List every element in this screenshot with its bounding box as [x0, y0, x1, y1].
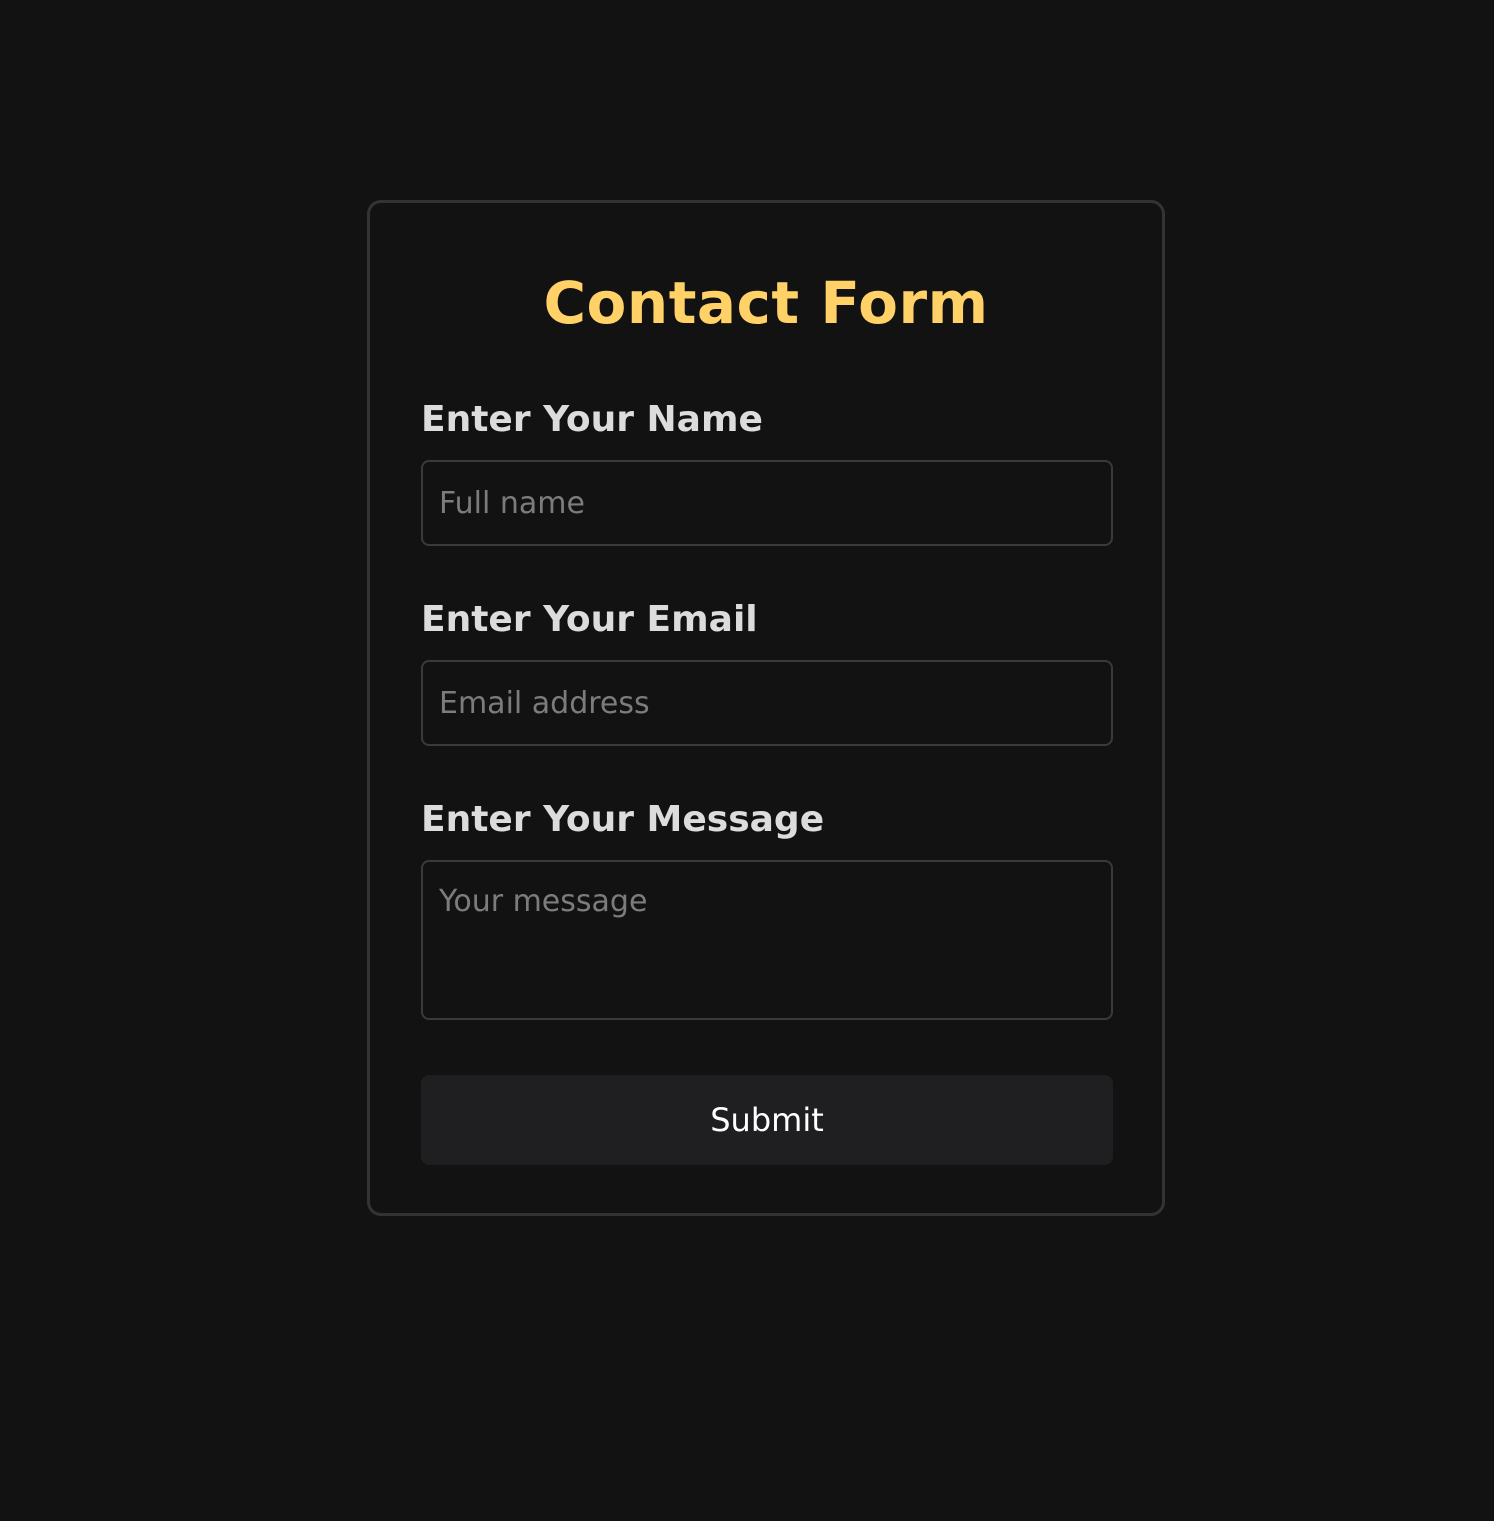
contact-form-card: Contact Form Enter Your Name Enter Your …	[367, 200, 1165, 1216]
form-title: Contact Form	[543, 269, 989, 337]
message-textarea[interactable]	[421, 860, 1113, 1020]
name-label: Enter Your Name	[421, 399, 763, 440]
submit-button[interactable]: Submit	[421, 1075, 1113, 1165]
email-label: Enter Your Email	[421, 599, 758, 640]
page: Contact Form Enter Your Name Enter Your …	[0, 0, 1494, 1521]
email-input[interactable]	[421, 660, 1113, 746]
message-label: Enter Your Message	[421, 799, 825, 840]
name-input[interactable]	[421, 460, 1113, 546]
